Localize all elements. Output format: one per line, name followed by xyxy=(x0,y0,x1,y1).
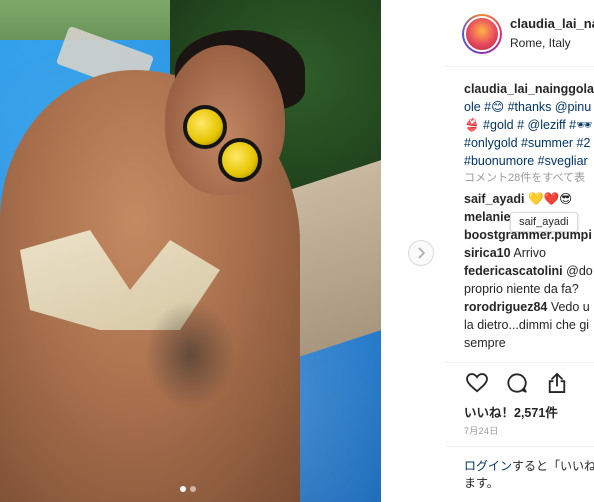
post-date: 7月24日 xyxy=(464,426,499,436)
post-username[interactable]: claudia_lai_na xyxy=(510,16,594,31)
carousel-dot xyxy=(190,486,196,492)
username-tooltip: saif_ayadi xyxy=(510,212,578,232)
comment: rorodriguez84 Vedo u xyxy=(464,298,594,316)
comment: saif_ayadi 💛❤️😎 xyxy=(464,190,594,208)
chevron-right-icon xyxy=(418,247,426,259)
comment-text: proprio niente da fa? xyxy=(464,282,579,296)
login-text-cont: ます。 xyxy=(464,476,499,490)
comment-icon xyxy=(507,373,527,393)
comment-username[interactable]: rorodriguez84 xyxy=(464,300,547,314)
comment-text: Vedo u xyxy=(547,300,590,314)
comment-username[interactable]: saif_ayadi xyxy=(464,192,524,206)
view-all-comments-link[interactable]: コメント28件をすべて表 xyxy=(464,169,585,185)
carousel-dot-active xyxy=(180,486,186,492)
avatar[interactable] xyxy=(462,14,502,54)
comment-text: Arrivo xyxy=(510,246,547,260)
caption-line: ole #😊 #thanks @pinu xyxy=(464,100,592,114)
like-button[interactable] xyxy=(464,370,490,396)
login-prompt: ログインすると「いいね ます。 xyxy=(464,458,594,492)
photo-tattoo xyxy=(145,300,235,410)
comment-username[interactable]: federicascatolini xyxy=(464,264,563,278)
comment-continuation: sempre xyxy=(464,334,594,352)
comment: sirica10 Arrivo xyxy=(464,244,594,262)
carousel-dots xyxy=(180,486,196,492)
post-location[interactable]: Rome, Italy xyxy=(510,36,571,50)
sunglasses-lens-right xyxy=(218,138,262,182)
comment-text: @do xyxy=(562,264,593,278)
comment-button[interactable] xyxy=(504,370,530,396)
caption-line: #buonumore #svegliar xyxy=(464,154,588,168)
post-actions xyxy=(464,370,570,396)
share-icon xyxy=(548,372,566,393)
caption-username[interactable]: claudia_lai_nainggolar xyxy=(464,80,594,98)
login-divider xyxy=(446,446,594,447)
share-button[interactable] xyxy=(544,370,570,396)
next-button[interactable] xyxy=(408,240,434,266)
post-header: claudia_lai_na Rome, Italy xyxy=(462,12,594,56)
actions-divider xyxy=(446,362,594,363)
likes-count[interactable]: いいね！2,571件 xyxy=(464,402,558,421)
heart-icon xyxy=(466,373,488,393)
comment-text: 💛❤️😎 xyxy=(524,192,573,206)
sunglasses-lens-left xyxy=(183,105,227,149)
post-photo[interactable] xyxy=(0,0,381,502)
login-text: すると「いいね xyxy=(512,459,594,473)
comment-username[interactable]: melanie xyxy=(464,210,511,224)
avatar-image xyxy=(464,16,500,52)
comment-continuation: proprio niente da fa? xyxy=(464,280,594,298)
comment-username[interactable]: sirica10 xyxy=(464,246,511,260)
post-side-panel: claudia_lai_na Rome, Italy claudia_lai_n… xyxy=(446,0,594,502)
comment-text: la dietro...dimmi che gi xyxy=(464,318,590,332)
comment-continuation: la dietro...dimmi che gi xyxy=(464,316,594,334)
post-caption: claudia_lai_nainggolar ole #😊 #thanks @p… xyxy=(464,80,594,170)
caption-line: #onlygold #summer #2 xyxy=(464,136,591,150)
login-link[interactable]: ログイン xyxy=(464,459,512,473)
header-divider xyxy=(446,66,594,67)
comment-text: sempre xyxy=(464,336,506,350)
caption-line: 👙 #gold # @leziff #🕶 xyxy=(464,118,592,132)
comment: federicascatolini @do xyxy=(464,262,594,280)
